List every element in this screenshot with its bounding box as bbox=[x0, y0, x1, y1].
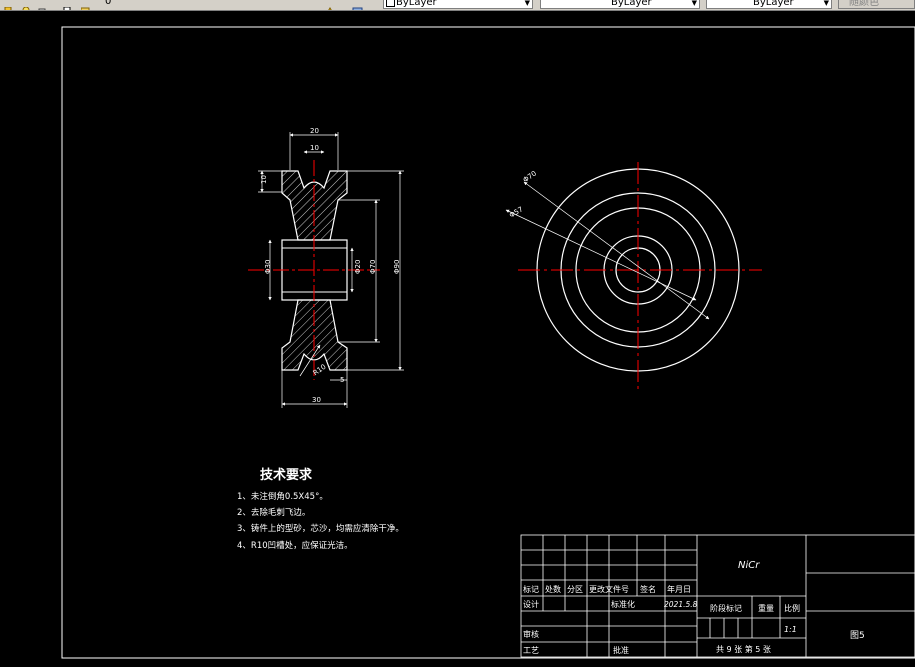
tech-item-2: 2、去除毛刺飞边。 bbox=[237, 507, 310, 518]
lbl-approve: 批准 bbox=[613, 645, 629, 655]
dim-inner: Φ70 bbox=[369, 260, 377, 274]
hdr-mark: 标记 bbox=[523, 584, 539, 594]
hdr-sign: 签名 bbox=[640, 584, 656, 594]
lbl-check: 审核 bbox=[523, 629, 539, 639]
plotstyle-dropdown[interactable]: 随颜色 bbox=[838, 0, 915, 9]
dim-hub: Φ30 bbox=[264, 260, 272, 274]
properties-toolbar: 0 ByLayer ▼ ByLayer ▼ ByLayer ▼ 随颜色 bbox=[0, 0, 915, 11]
freeze-icon[interactable] bbox=[22, 0, 31, 10]
layer-icon[interactable] bbox=[80, 0, 90, 10]
section-view: 20 10 10 Φ30 Φ20 Φ70 Φ90 30 R10 5 bbox=[248, 127, 404, 408]
drawing-border bbox=[61, 26, 915, 659]
plotstyle-value: 随颜色 bbox=[849, 0, 879, 8]
color-swatch-icon bbox=[386, 0, 395, 7]
dim-offset: 5 bbox=[340, 376, 344, 384]
lbl-scale: 比例 bbox=[784, 603, 800, 613]
hdr-change-doc: 更改文件号 bbox=[589, 584, 629, 594]
sheets: 共 9 张 第 5 张 bbox=[716, 644, 771, 654]
chevron-down-icon: ▼ bbox=[691, 0, 697, 7]
tech-title: 技术要求 bbox=[260, 467, 313, 483]
dim-bottom-width: 30 bbox=[312, 396, 321, 404]
lbl-design: 设计 bbox=[523, 599, 539, 609]
scale-value: 1:1 bbox=[784, 625, 797, 634]
hdr-zone: 分区 bbox=[567, 585, 583, 594]
layer-state-icon[interactable] bbox=[4, 0, 13, 10]
material: NiCr bbox=[738, 560, 760, 571]
make-current-icon[interactable] bbox=[326, 0, 335, 10]
chevron-down-icon: ▼ bbox=[524, 0, 530, 7]
dim-top-width: 20 bbox=[310, 127, 319, 135]
lbl-standardize: 标准化 bbox=[611, 599, 635, 609]
lineweight-value: ByLayer bbox=[753, 0, 794, 8]
color-square-icon[interactable] bbox=[63, 0, 72, 10]
hdr-date: 年月日 bbox=[667, 584, 691, 594]
title-block-text: NiCr 标记 处数 分区 更改文件号 签名 年月日 设计 标准化 2021.5… bbox=[523, 560, 865, 655]
dim-groove-depth: 10 bbox=[260, 175, 268, 184]
color-value: ByLayer bbox=[396, 0, 437, 8]
tech-requirements: 技术要求 1、未注倒角0.5X45°。 2、去除毛刺飞边。 3、铸件上的型砂，芯… bbox=[237, 467, 404, 551]
tech-item-4: 4、R10凹槽处，应保证光洁。 bbox=[237, 540, 353, 551]
lbl-stage-mark: 阶段标记 bbox=[710, 603, 742, 613]
end-view: Φ70 Φ57 bbox=[505, 162, 762, 392]
lbl-process: 工艺 bbox=[523, 646, 539, 655]
design-date: 2021.5.8 bbox=[664, 600, 698, 609]
dim-groove-width: 10 bbox=[310, 144, 319, 152]
linetype-value: ByLayer bbox=[611, 0, 652, 8]
hdr-count: 处数 bbox=[545, 584, 561, 594]
dim-bore: Φ20 bbox=[354, 260, 362, 274]
color-dropdown[interactable]: ByLayer ▼ bbox=[383, 0, 533, 9]
lbl-weight: 重量 bbox=[758, 603, 774, 613]
dim-outer: Φ90 bbox=[393, 260, 401, 274]
layer-previous-icon[interactable] bbox=[352, 0, 363, 10]
lock-icon[interactable] bbox=[38, 0, 47, 10]
drawing-canvas[interactable]: 20 10 10 Φ30 Φ20 Φ70 Φ90 30 R10 5 Φ70 Φ5… bbox=[0, 11, 915, 667]
tech-item-1: 1、未注倒角0.5X45°。 bbox=[237, 491, 328, 502]
lineweight-dropdown[interactable]: ByLayer ▼ bbox=[706, 0, 832, 9]
tech-item-3: 3、铸件上的型砂，芯沙，均需应清除干净。 bbox=[237, 523, 404, 534]
drawing-name: 图5 bbox=[850, 630, 865, 641]
layer-combo[interactable]: 0 bbox=[105, 0, 111, 7]
chevron-down-icon: ▼ bbox=[823, 0, 829, 7]
dim-end-d1: Φ70 bbox=[522, 169, 538, 184]
linetype-dropdown[interactable]: ByLayer ▼ bbox=[540, 0, 700, 9]
